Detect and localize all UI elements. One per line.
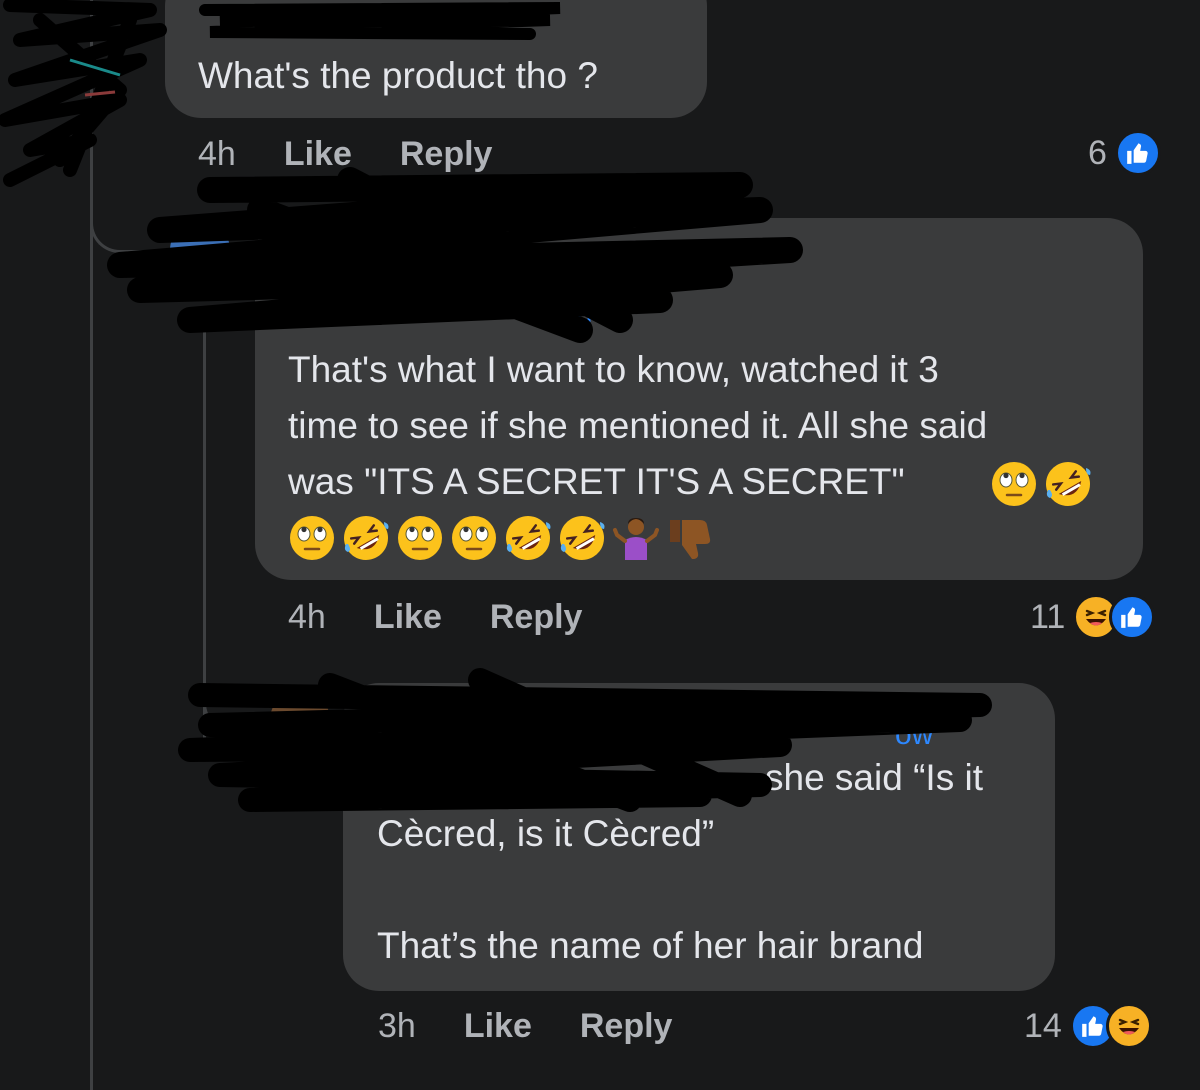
face-with-rolling-eyes-icon <box>992 462 1036 506</box>
like-reaction-icon <box>1114 130 1161 176</box>
person-shrugging-icon <box>613 518 659 560</box>
face-with-rolling-eyes-icon <box>452 516 496 560</box>
comment-text-3-line3: That’s the name of her hair brand <box>377 925 924 966</box>
redaction-scribble-avatar-1 <box>0 0 167 187</box>
like-button[interactable]: Like <box>464 1007 532 1046</box>
comment-time: 4h <box>198 135 236 173</box>
comment-time: 4h <box>288 598 326 636</box>
face-with-rolling-eyes-icon <box>290 516 334 560</box>
comment-text-3-line2: Cècred, is it Cècred” <box>377 813 715 854</box>
rolling-on-floor-laughing-icon <box>506 516 551 560</box>
redaction-scribble-comment-2 <box>107 167 803 343</box>
reply-button[interactable]: Reply <box>490 598 583 637</box>
reaction-count: 6 <box>1088 133 1107 172</box>
haha-reaction-icon <box>1105 1003 1152 1049</box>
reply-button[interactable]: Reply <box>400 135 493 174</box>
comment-text-1: What's the product tho ? <box>198 55 598 96</box>
redaction-scribble-name-1 <box>199 2 561 40</box>
redaction-scribble-comment-3 <box>178 668 992 812</box>
reaction-summary-1[interactable]: 6 <box>1088 130 1161 176</box>
comment-text-2: That's what I want to know, watched it 3… <box>288 349 988 502</box>
comment-time: 3h <box>378 1007 416 1045</box>
comment-actions-3: 3h Like Reply <box>378 1007 672 1046</box>
thumbs-down-icon <box>670 520 711 559</box>
emoji-row-2 <box>288 514 714 562</box>
reaction-count: 11 <box>1030 597 1066 636</box>
reaction-count: 14 <box>1024 1006 1062 1045</box>
rolling-on-floor-laughing-icon <box>344 516 389 560</box>
emoji-row-1 <box>990 460 1092 508</box>
reaction-summary-3[interactable]: 14 <box>1024 1003 1152 1049</box>
rolling-on-floor-laughing-icon <box>560 516 605 560</box>
reply-button[interactable]: Reply <box>580 1007 673 1046</box>
like-button[interactable]: Like <box>374 598 442 637</box>
rolling-on-floor-laughing-icon <box>1046 462 1091 506</box>
face-with-rolling-eyes-icon <box>398 516 442 560</box>
reaction-summary-2[interactable]: 11 <box>1030 594 1156 640</box>
like-button[interactable]: Like <box>284 135 352 174</box>
like-reaction-icon <box>1109 594 1156 640</box>
comment-actions-2: 4h Like Reply <box>288 598 582 637</box>
